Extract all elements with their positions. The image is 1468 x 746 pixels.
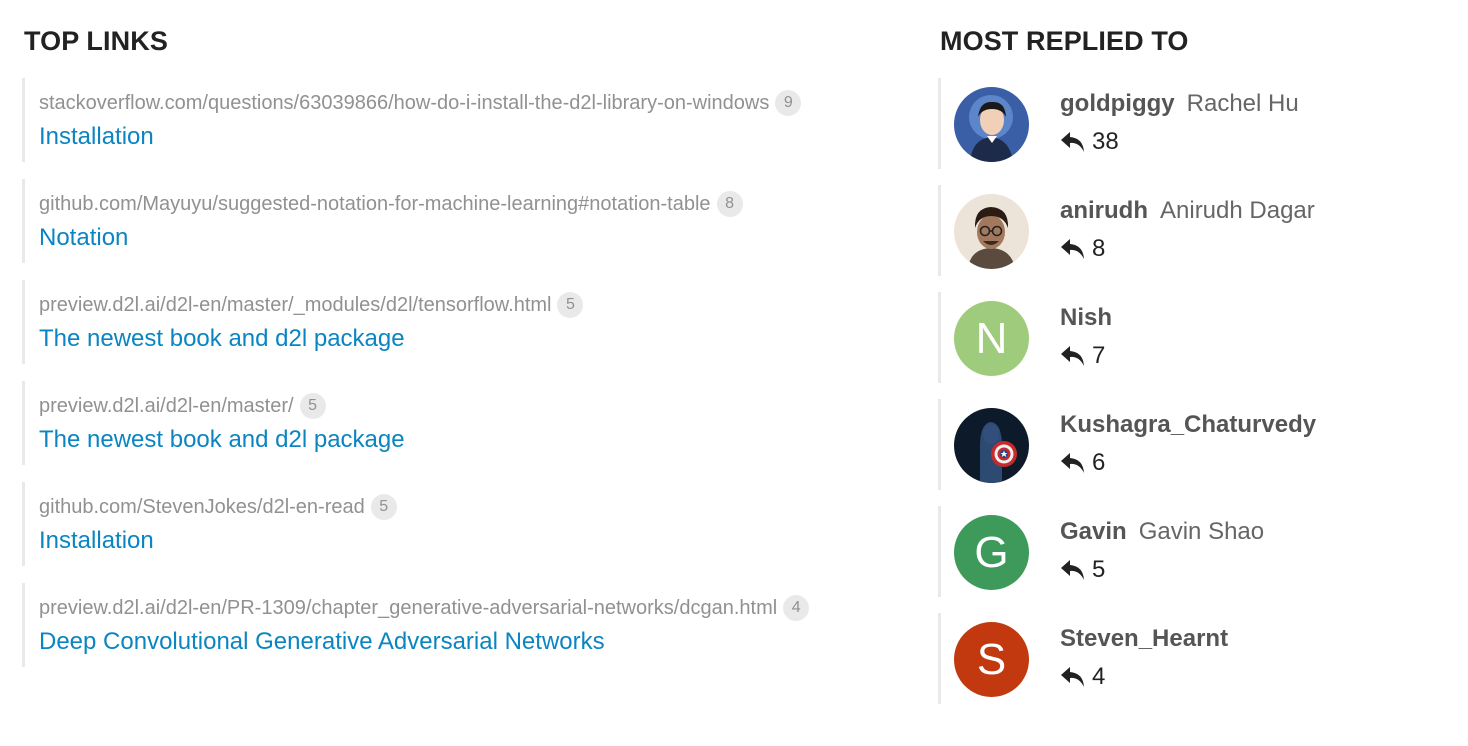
reply-count: 6	[1092, 449, 1106, 476]
username[interactable]: anirudh	[1060, 197, 1148, 224]
avatar[interactable]: G	[954, 515, 1029, 590]
reply-count: 8	[1092, 235, 1106, 262]
username[interactable]: Kushagra_Chaturvedy	[1060, 411, 1316, 438]
click-count-badge: 5	[370, 494, 397, 520]
link-item: github.com/StevenJokes/d2l-en-read 5 Ins…	[22, 482, 902, 566]
link-topic-title[interactable]: Installation	[39, 122, 902, 152]
link-url[interactable]: preview.d2l.ai/d2l-en/master/_modules/d2…	[39, 294, 551, 317]
user-item: anirudh Anirudh Dagar 8	[938, 185, 1438, 276]
click-count-badge: 5	[557, 292, 584, 318]
user-full-name: Rachel Hu	[1186, 90, 1299, 117]
reply-icon	[1061, 667, 1084, 687]
user-item: S Steven_Hearnt 4	[938, 613, 1438, 704]
user-item: Kushagra_Chaturvedy 6	[938, 399, 1438, 490]
user-item: goldpiggy Rachel Hu 38	[938, 78, 1438, 169]
reply-icon	[1061, 453, 1084, 473]
avatar-letter: N	[975, 314, 1008, 363]
avatar-letter: S	[976, 635, 1007, 684]
reply-count: 5	[1092, 556, 1106, 583]
user-full-name: Anirudh Dagar	[1160, 197, 1315, 224]
link-item: preview.d2l.ai/d2l-en/PR-1309/chapter_ge…	[22, 583, 902, 667]
reply-icon	[1061, 132, 1084, 152]
user-full-name: Gavin Shao	[1138, 518, 1265, 545]
user-item: G Gavin Gavin Shao 5	[938, 506, 1438, 597]
link-item: github.com/Mayuyu/suggested-notation-for…	[22, 179, 902, 263]
link-url[interactable]: github.com/StevenJokes/d2l-en-read	[39, 496, 365, 519]
avatar[interactable]	[954, 408, 1029, 483]
click-count-badge: 5	[299, 393, 326, 419]
username[interactable]: goldpiggy	[1060, 90, 1175, 117]
avatar[interactable]	[954, 194, 1029, 269]
reply-count: 38	[1092, 128, 1119, 155]
click-count-badge: 4	[783, 595, 810, 621]
link-url[interactable]: github.com/Mayuyu/suggested-notation-for…	[39, 193, 711, 216]
top-links-heading: TOP LINKS	[24, 26, 168, 56]
most-replied-section: MOST REPLIED TO goldpiggy Rachel Hu 38 a…	[938, 26, 1438, 720]
reply-icon	[1061, 239, 1084, 259]
click-count-badge: 9	[775, 90, 802, 116]
link-topic-title[interactable]: Notation	[39, 223, 902, 253]
username[interactable]: Gavin	[1060, 518, 1127, 545]
link-url[interactable]: stackoverflow.com/questions/63039866/how…	[39, 92, 769, 115]
reply-count: 4	[1092, 663, 1106, 690]
avatar[interactable]	[954, 87, 1029, 162]
username[interactable]: Steven_Hearnt	[1060, 625, 1228, 652]
link-topic-title[interactable]: The newest book and d2l package	[39, 324, 902, 354]
top-links-section: TOP LINKS stackoverflow.com/questions/63…	[22, 26, 902, 684]
link-item: preview.d2l.ai/d2l-en/master/ 5 The newe…	[22, 381, 902, 465]
link-topic-title[interactable]: Deep Convolutional Generative Adversaria…	[39, 627, 902, 657]
reply-count: 7	[1092, 342, 1106, 369]
link-url[interactable]: preview.d2l.ai/d2l-en/PR-1309/chapter_ge…	[39, 597, 777, 620]
avatar[interactable]: N	[954, 301, 1029, 376]
reply-icon	[1061, 346, 1084, 366]
link-item: stackoverflow.com/questions/63039866/how…	[22, 78, 902, 162]
link-item: preview.d2l.ai/d2l-en/master/_modules/d2…	[22, 280, 902, 364]
avatar-letter: G	[974, 528, 1009, 577]
link-topic-title[interactable]: The newest book and d2l package	[39, 425, 902, 455]
link-topic-title[interactable]: Installation	[39, 526, 902, 556]
username[interactable]: Nish	[1060, 304, 1112, 331]
most-replied-heading: MOST REPLIED TO	[940, 26, 1189, 56]
reply-icon	[1061, 560, 1084, 580]
avatar[interactable]: S	[954, 622, 1029, 697]
user-item: N Nish 7	[938, 292, 1438, 383]
link-url[interactable]: preview.d2l.ai/d2l-en/master/	[39, 395, 294, 418]
click-count-badge: 8	[716, 191, 743, 217]
